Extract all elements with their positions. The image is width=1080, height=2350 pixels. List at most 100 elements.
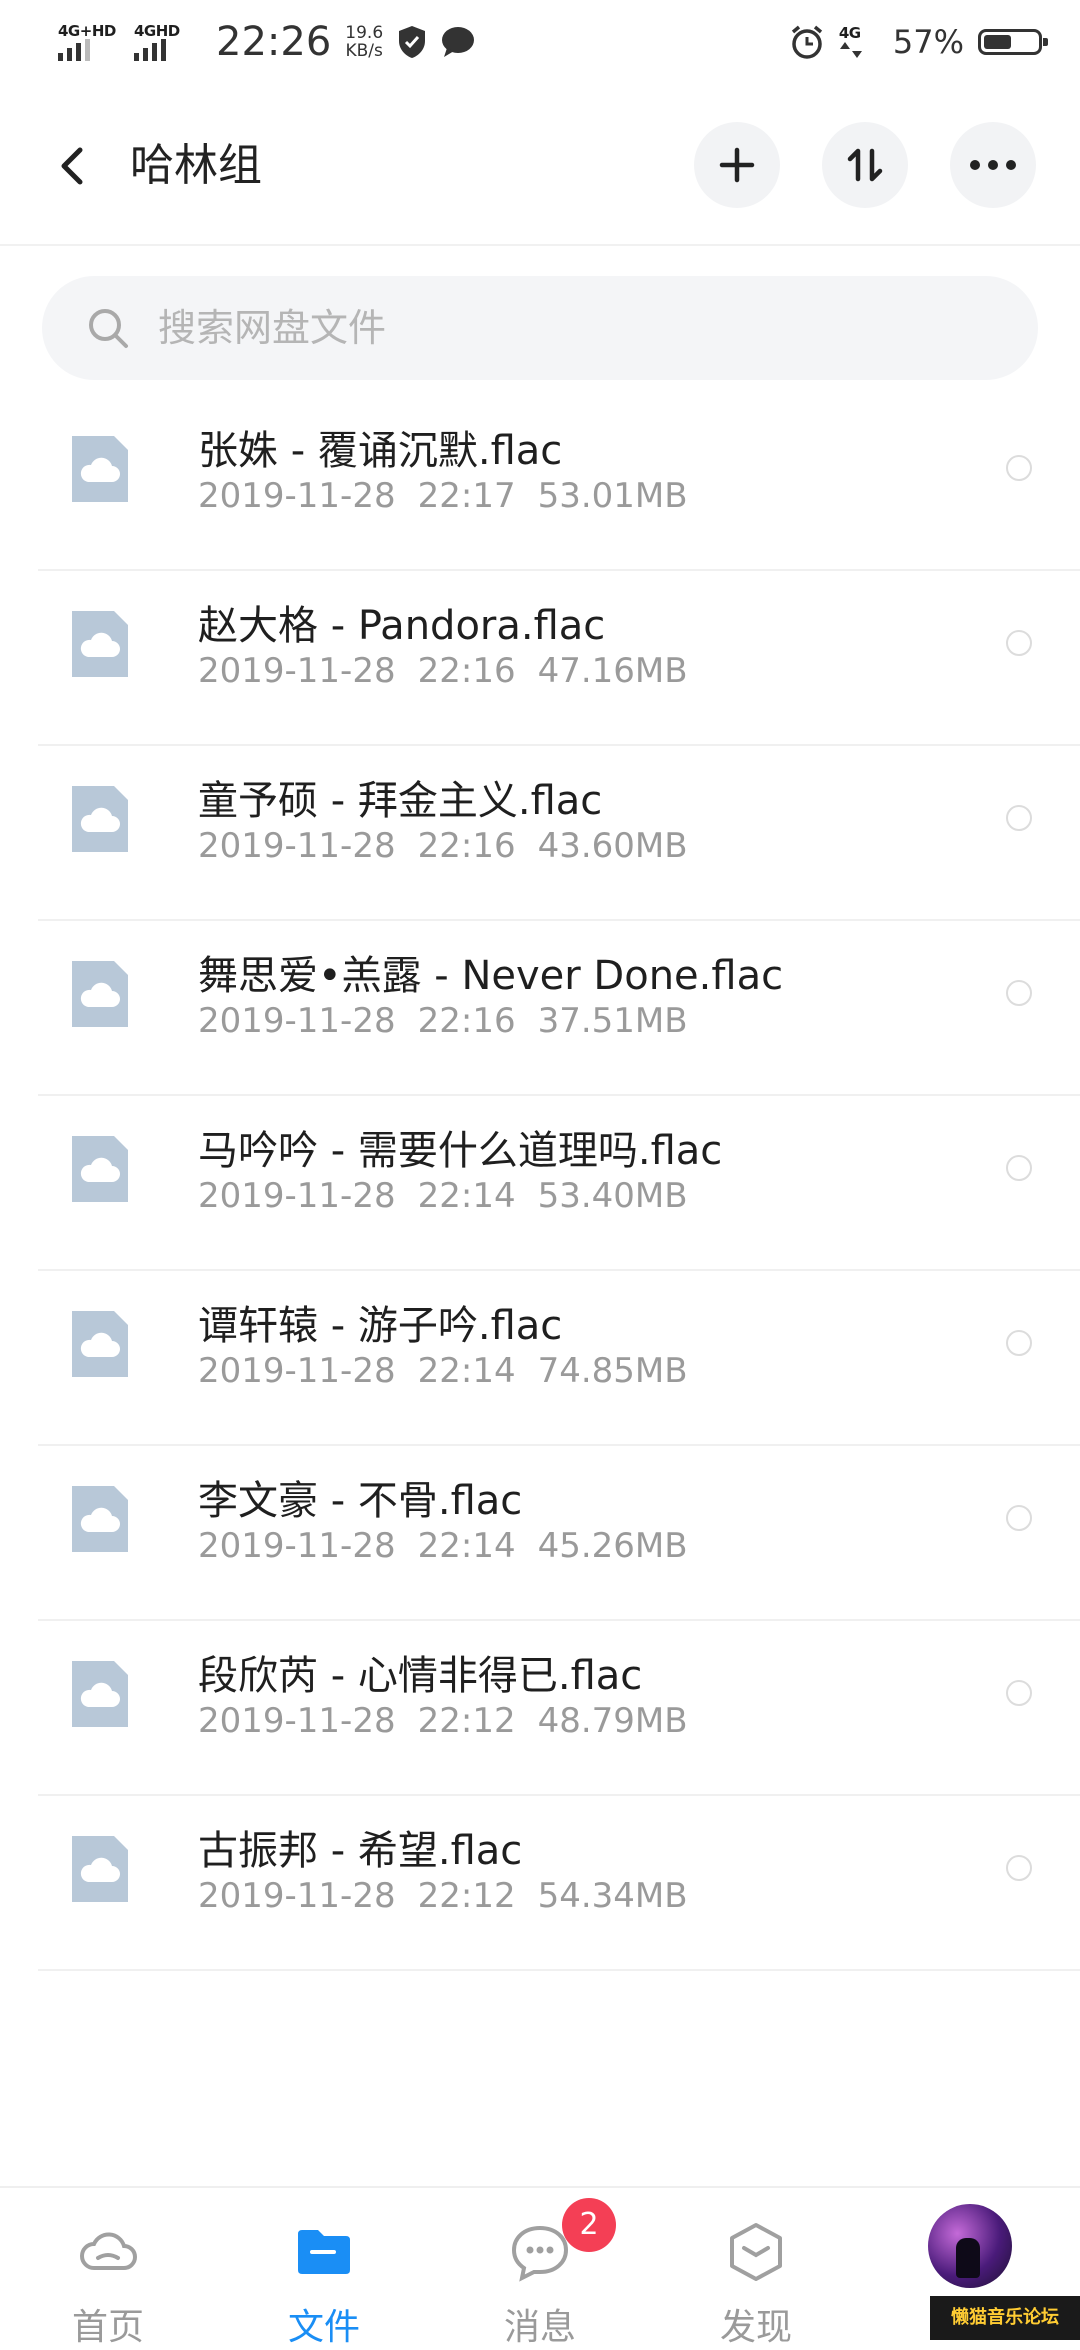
signal-2: 4GHD [134,23,196,61]
select-checkbox[interactable] [1006,1680,1032,1706]
shield-icon [399,26,426,58]
file-meta: 2019-11-28 22:14 53.40MB [198,1176,710,1216]
file-row[interactable]: 张姝 - 覆诵沉默.flac 2019-11-28 22:17 53.01MB [38,396,1080,571]
file-row[interactable]: 李文豪 - 不骨.flac 2019-11-28 22:14 45.26MB [38,1446,1080,1621]
audio-file-icon [72,1311,128,1377]
file-date: 2019-11-28 [198,1526,396,1566]
folder-icon [298,2230,350,2274]
file-date: 2019-11-28 [198,826,396,866]
nav-messages[interactable]: 2 消息 [432,2188,648,2348]
file-date: 2019-11-28 [198,476,396,516]
file-meta: 2019-11-28 22:14 45.26MB [198,1526,710,1566]
nav-home[interactable]: 首页 [0,2188,216,2348]
select-checkbox[interactable] [1006,630,1032,656]
status-left: 4G+HD 4GHD 22:26 19.6 KB/s [58,14,475,70]
select-checkbox[interactable] [1006,980,1032,1006]
audio-file-icon [72,611,128,677]
file-size: 47.16MB [537,651,688,691]
chat-bubble-icon [442,27,475,57]
file-row[interactable]: 舞思爱•羔露 - Never Done.flac 2019-11-28 22:16 3… [38,921,1080,1096]
search-input[interactable] [156,305,960,351]
network-type-3: 4G [838,24,861,42]
file-size: 74.85MB [537,1351,688,1391]
file-row[interactable]: 马吟吟 - 需要什么道理吗.flac 2019-11-28 22:14 53.40MB [38,1096,1080,1271]
network-type-1: 4G+HD [58,22,116,40]
file-time: 22:16 [417,1001,516,1041]
select-checkbox[interactable] [1006,1855,1032,1881]
data-arrows-icon [839,42,862,58]
signal-3: 4G [839,25,879,59]
bottom-nav: 首页 文件 2 消息 发现 [0,2186,1080,2348]
file-name: 谭轩辕 - 游子吟.flac [198,1303,563,1349]
back-arrow-icon[interactable] [46,136,96,196]
select-checkbox[interactable] [1006,1155,1032,1181]
select-checkbox[interactable] [1006,1505,1032,1531]
more-button[interactable] [950,122,1036,208]
watermark-logo: 懒猫音乐论坛 [930,2296,1080,2340]
select-checkbox[interactable] [1006,455,1032,481]
file-name: 马吟吟 - 需要什么道理吗.flac [198,1128,723,1174]
select-checkbox[interactable] [1006,1330,1032,1356]
file-name: 舞思爱•羔露 - Never Done.flac [198,953,784,999]
file-size: 48.79MB [537,1701,688,1741]
status-right: 4G 57% [789,14,1048,70]
select-checkbox[interactable] [1006,805,1032,831]
alarm-clock-icon [791,25,822,59]
network-type-2: 4GHD [134,22,180,40]
file-meta: 2019-11-28 22:16 37.51MB [198,1001,710,1041]
file-date: 2019-11-28 [198,1176,396,1216]
file-date: 2019-11-28 [198,1701,396,1741]
speed-value: 19.6 [345,23,384,43]
file-row[interactable]: 谭轩辕 - 游子吟.flac 2019-11-28 22:14 74.85MB [38,1271,1080,1446]
sort-arrows-icon [847,148,883,182]
file-time: 22:12 [417,1876,516,1916]
file-meta: 2019-11-28 22:17 53.01MB [198,476,710,516]
search-icon [89,309,128,348]
file-name: 古振邦 - 希望.flac [198,1828,523,1874]
file-name: 李文豪 - 不骨.flac [198,1478,523,1524]
status-time: 22:26 [216,19,332,65]
plus-icon [719,147,755,183]
file-row[interactable]: 古振邦 - 希望.flac 2019-11-28 22:12 54.34MB [38,1796,1080,1971]
status-bar: 4G+HD 4GHD 22:26 19.6 KB/s 4G 57% [0,0,1080,84]
file-row[interactable]: 赵大格 - Pandora.flac 2019-11-28 22:16 47.16MB [38,571,1080,746]
nav-discover[interactable]: 发现 [648,2188,864,2348]
file-meta: 2019-11-28 22:14 74.85MB [198,1351,710,1391]
cloud-icon [80,2232,137,2270]
file-time: 22:17 [417,476,516,516]
audio-file-icon [72,1136,128,1202]
nav-discover-label: 发现 [719,2307,792,2348]
file-size: 54.34MB [537,1876,688,1916]
sort-button[interactable] [822,122,908,208]
file-time: 22:12 [417,1701,516,1741]
search-bar[interactable] [42,276,1038,380]
audio-file-icon [72,786,128,852]
file-size: 53.40MB [537,1176,688,1216]
file-size: 53.01MB [537,476,688,516]
avatar[interactable] [928,2204,1012,2288]
network-speed: 19.6 KB/s [345,24,383,60]
signal-bars-icon [134,39,166,61]
file-date: 2019-11-28 [198,1001,396,1041]
file-meta: 2019-11-28 22:12 54.34MB [198,1876,710,1916]
audio-file-icon [72,961,128,1027]
speed-unit: KB/s [345,41,383,61]
battery-fill [984,35,1012,49]
file-time: 22:16 [417,651,516,691]
file-meta: 2019-11-28 22:16 47.16MB [198,651,710,691]
file-time: 22:14 [417,1526,516,1566]
nav-files[interactable]: 文件 [216,2188,432,2348]
file-size: 43.60MB [537,826,688,866]
file-date: 2019-11-28 [198,651,396,691]
nav-files-label: 文件 [287,2307,360,2348]
file-meta: 2019-11-28 22:12 48.79MB [198,1701,710,1741]
file-name: 段欣芮 - 心情非得已.flac [198,1653,643,1699]
file-date: 2019-11-28 [198,1351,396,1391]
add-button[interactable] [694,122,780,208]
file-time: 22:14 [417,1351,516,1391]
file-row[interactable]: 段欣芮 - 心情非得已.flac 2019-11-28 22:12 48.79MB [38,1621,1080,1796]
file-name: 张姝 - 覆诵沉默.flac [198,428,563,474]
file-name: 赵大格 - Pandora.flac [198,603,606,649]
nav-home-label: 首页 [71,2307,144,2348]
file-row[interactable]: 童予硕 - 拜金主义.flac 2019-11-28 22:16 43.60MB [38,746,1080,921]
